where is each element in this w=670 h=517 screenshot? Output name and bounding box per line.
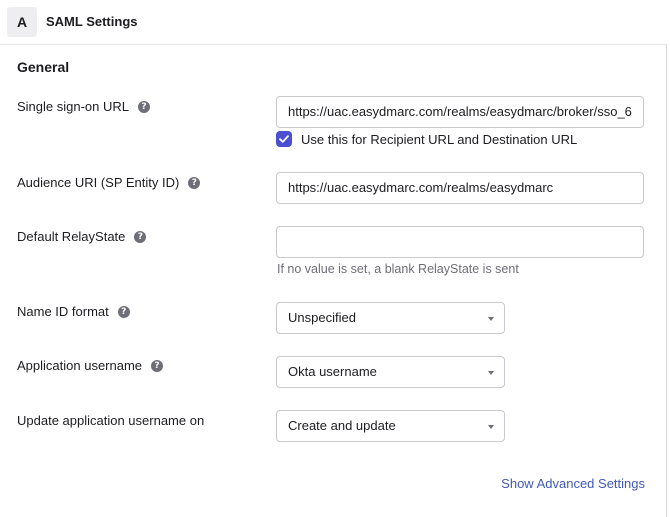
help-icon[interactable]: ?	[134, 230, 147, 243]
name-id-format-label: Name ID format ?	[17, 304, 130, 319]
relay-state-label-text: Default RelayState	[17, 229, 126, 244]
relay-state-hint: If no value is set, a blank RelayState i…	[277, 262, 519, 276]
name-id-format-value: Unspecified	[288, 310, 356, 325]
audience-uri-label-text: Audience URI (SP Entity ID)	[17, 175, 180, 190]
recipient-checkbox-row[interactable]: Use this for Recipient URL and Destinati…	[276, 131, 577, 147]
help-icon[interactable]: ?	[151, 359, 164, 372]
name-id-format-label-text: Name ID format	[17, 304, 109, 319]
update-username-label-text: Update application username on	[17, 413, 205, 428]
relay-state-label: Default RelayState ?	[17, 229, 147, 244]
app-username-label: Application username ?	[17, 358, 164, 373]
sso-url-label-text: Single sign-on URL	[17, 99, 130, 114]
audience-uri-input[interactable]: https://uac.easydmarc.com/realms/easydma…	[276, 172, 644, 204]
app-username-label-text: Application username	[17, 358, 143, 373]
relay-state-input[interactable]	[276, 226, 644, 258]
recipient-checkbox-label: Use this for Recipient URL and Destinati…	[301, 131, 578, 147]
help-icon[interactable]: ?	[188, 176, 201, 189]
help-icon[interactable]: ?	[117, 305, 130, 318]
header-title: SAML Settings	[46, 14, 138, 29]
checkmark-icon	[279, 135, 289, 143]
recipient-checkbox[interactable]	[276, 131, 292, 147]
show-advanced-settings-link[interactable]: Show Advanced Settings	[501, 476, 645, 491]
app-username-value: Okta username	[288, 364, 377, 379]
update-username-select[interactable]: Create and update	[276, 410, 505, 442]
audience-uri-label: Audience URI (SP Entity ID) ?	[17, 175, 201, 190]
sso-url-input[interactable]: https://uac.easydmarc.com/realms/easydma…	[276, 96, 644, 128]
sso-url-label: Single sign-on URL ?	[17, 99, 151, 114]
caret-down-icon	[488, 425, 494, 429]
section-title: General	[17, 59, 70, 75]
settings-header: A SAML Settings	[0, 0, 668, 44]
update-username-value: Create and update	[288, 418, 396, 433]
help-icon[interactable]: ?	[138, 100, 151, 113]
step-badge: A	[7, 7, 37, 37]
app-username-select[interactable]: Okta username	[276, 356, 505, 388]
name-id-format-select[interactable]: Unspecified	[276, 302, 505, 334]
caret-down-icon	[488, 317, 494, 321]
caret-down-icon	[488, 371, 494, 375]
update-username-label: Update application username on	[17, 413, 204, 428]
